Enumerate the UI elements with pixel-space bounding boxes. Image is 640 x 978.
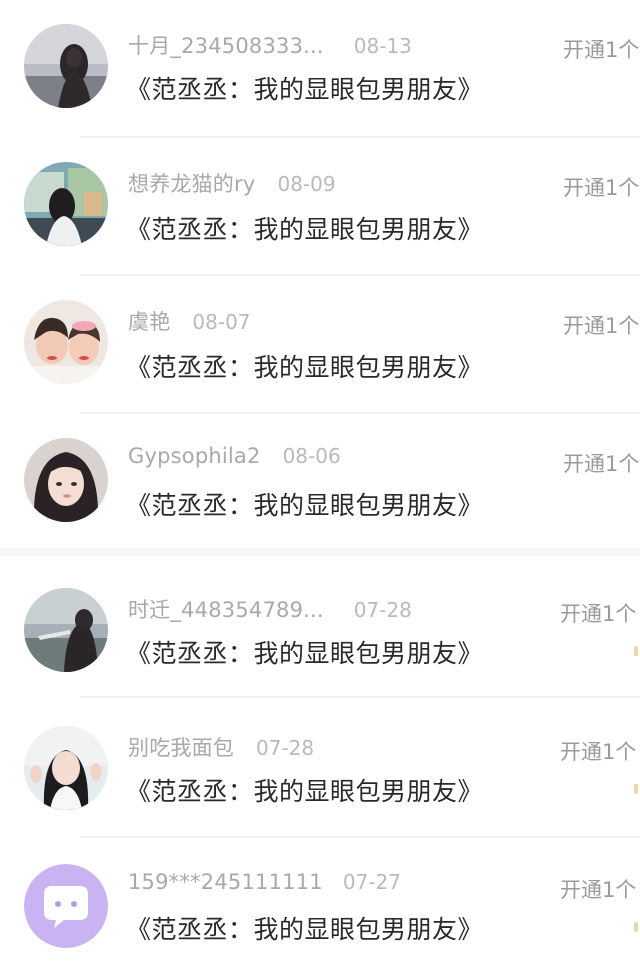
status-mark — [634, 922, 638, 932]
username[interactable]: 十月_234508333... — [128, 30, 324, 60]
comment-date: 07-28 — [256, 736, 315, 760]
work-title[interactable]: 《范丞丞：我的显眼包男朋友》 — [126, 910, 483, 946]
list-item[interactable]: 十月_234508333... 08-13 《范丞丞：我的显眼包男朋友》 开通1… — [0, 0, 640, 138]
avatar[interactable] — [24, 588, 108, 672]
list-item[interactable]: 想养龙猫的ry 08-09 《范丞丞：我的显眼包男朋友》 开通1个 — [0, 138, 640, 276]
work-title[interactable]: 《范丞丞：我的显眼包男朋友》 — [126, 486, 483, 522]
woman-landscape-avatar — [24, 588, 108, 672]
comment-date: 08-13 — [353, 34, 412, 58]
status-mark — [634, 646, 638, 656]
list-item[interactable]: 时迁_448354789... 07-28 《范丞丞：我的显眼包男朋友》 开通1… — [0, 560, 640, 698]
subscribe-status: 开通1个 — [563, 452, 640, 476]
comment-meta: 159***245111111 07-27 — [128, 870, 401, 900]
work-title[interactable]: 《范丞丞：我的显眼包男朋友》 — [126, 348, 483, 384]
subscribe-status: 开通1个 — [563, 38, 640, 62]
comment-meta: 想养龙猫的ry 08-09 — [128, 168, 336, 198]
work-title[interactable]: 《范丞丞：我的显眼包男朋友》 — [126, 70, 483, 106]
comment-meta: 虞艳 08-07 — [128, 306, 251, 336]
list-item[interactable]: 别吃我面包 07-28 《范丞丞：我的显眼包男朋友》 开通1个 — [0, 700, 640, 838]
comment-meta: 十月_234508333... 08-13 — [128, 30, 412, 60]
section-separator — [0, 548, 640, 556]
avatar[interactable] — [24, 726, 108, 810]
girl-portrait-avatar — [24, 438, 108, 522]
work-title[interactable]: 《范丞丞：我的显眼包男朋友》 — [126, 634, 483, 670]
username[interactable]: Gypsophila2 — [128, 444, 261, 468]
woman-dark-hair-avatar — [24, 24, 108, 108]
comment-date: 08-09 — [277, 172, 336, 196]
comment-meta: 时迁_448354789... 07-28 — [128, 594, 412, 624]
work-title[interactable]: 《范丞丞：我的显眼包男朋友》 — [126, 772, 483, 808]
subscribe-status: 开通1个 — [560, 602, 637, 626]
avatar[interactable] — [24, 162, 108, 246]
comment-list: 十月_234508333... 08-13 《范丞丞：我的显眼包男朋友》 开通1… — [0, 0, 640, 978]
comment-meta: Gypsophila2 08-06 — [128, 444, 341, 474]
work-title[interactable]: 《范丞丞：我的显眼包男朋友》 — [126, 210, 483, 246]
list-item[interactable]: 虞艳 08-07 《范丞丞：我的显眼包男朋友》 开通1个 — [0, 276, 640, 414]
subscribe-status: 开通1个 — [560, 740, 637, 764]
default-chat-avatar — [24, 864, 108, 948]
username[interactable]: 别吃我面包 — [128, 732, 234, 762]
girl-waving-avatar — [24, 726, 108, 810]
subscribe-status: 开通1个 — [560, 878, 637, 902]
comment-date: 08-07 — [192, 310, 251, 334]
comment-meta: 别吃我面包 07-28 — [128, 732, 314, 762]
username[interactable]: 时迁_448354789... — [128, 594, 324, 624]
girl-window-avatar — [24, 162, 108, 246]
comment-date: 07-27 — [342, 870, 401, 894]
two-girls-avatar — [24, 300, 108, 384]
status-mark — [634, 784, 638, 794]
avatar[interactable] — [24, 864, 108, 948]
subscribe-status: 开通1个 — [563, 314, 640, 338]
list-item[interactable]: 159***245111111 07-27 《范丞丞：我的显眼包男朋友》 开通1… — [0, 838, 640, 976]
comment-date: 08-06 — [282, 444, 341, 468]
avatar[interactable] — [24, 300, 108, 384]
list-item[interactable]: Gypsophila2 08-06 《范丞丞：我的显眼包男朋友》 开通1个 — [0, 414, 640, 552]
avatar[interactable] — [24, 438, 108, 522]
subscribe-status: 开通1个 — [563, 176, 640, 200]
username[interactable]: 虞艳 — [128, 306, 170, 336]
comment-date: 07-28 — [353, 598, 412, 622]
username[interactable]: 想养龙猫的ry — [128, 168, 255, 198]
username[interactable]: 159***245111111 — [128, 870, 323, 894]
avatar[interactable] — [24, 24, 108, 108]
divider — [80, 696, 640, 698]
